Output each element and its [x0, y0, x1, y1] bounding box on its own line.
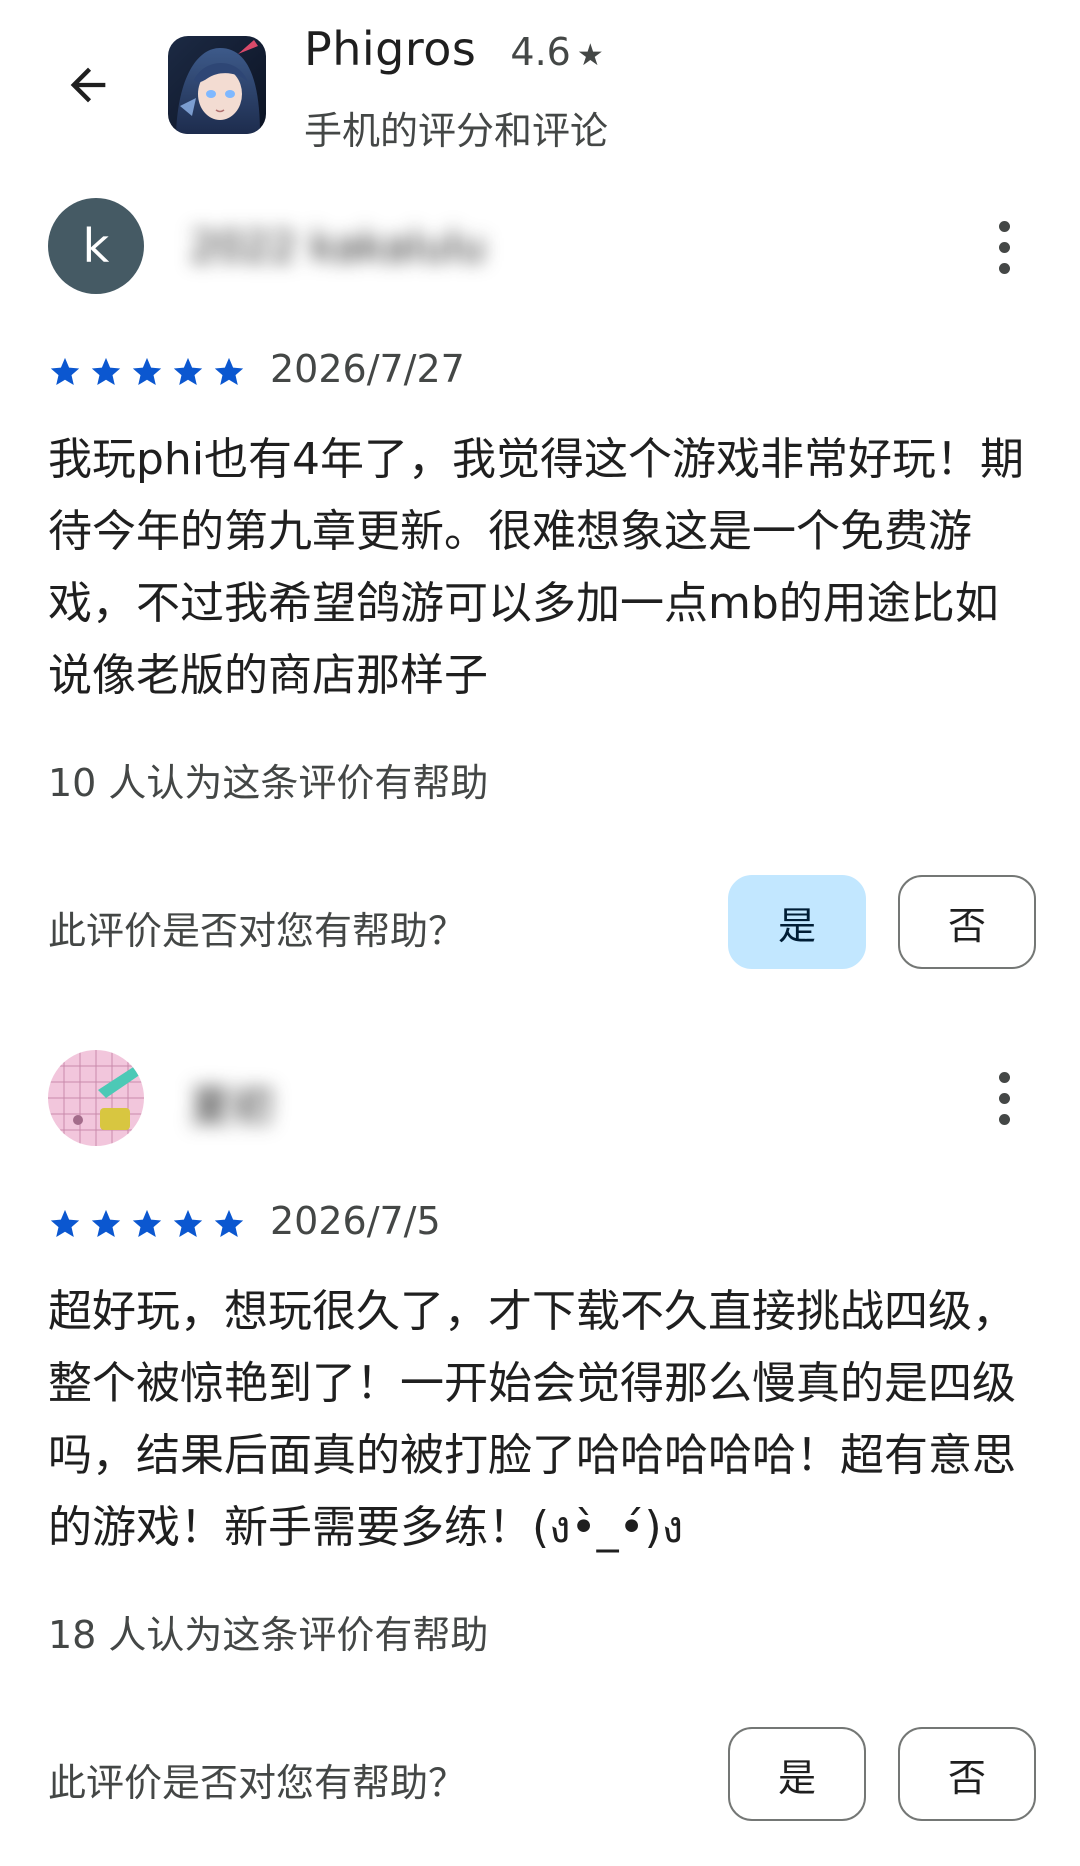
helpful-question: 此评价是否对您有帮助？: [48, 909, 467, 953]
avatar: [48, 1050, 144, 1146]
star-icon: [132, 357, 162, 386]
reviewer-name: 2022 kakalulu: [190, 222, 486, 271]
helpful-count: 10 人认为这条评价有帮助: [48, 761, 489, 805]
app-name: Phigros: [304, 22, 477, 76]
more-vert-icon: [998, 220, 1010, 232]
more-vert-icon: [998, 1071, 1010, 1083]
helpful-count: 18 人认为这条评价有帮助: [48, 1613, 489, 1657]
review-text: 超好玩，想玩很久了，才下载不久直接挑战四级，整个被惊艳到了！一开始会觉得那么慢真…: [48, 1286, 1016, 1553]
app-icon[interactable]: [168, 36, 266, 134]
app-rating: 4.6: [510, 30, 571, 74]
review-date: 2026/7/27: [270, 347, 465, 391]
helpful-yes-button[interactable]: 是: [728, 875, 866, 969]
app-header: Phigros 4.6 ★ 手机的评分和评论: [0, 0, 1080, 175]
more-options-button[interactable]: [972, 207, 1036, 287]
helpful-no-button[interactable]: 否: [898, 1727, 1036, 1821]
star-icon: [91, 1209, 121, 1238]
review-date: 2026/7/5: [270, 1199, 441, 1243]
star-icon: [173, 1209, 203, 1238]
helpful-yes-button[interactable]: 是: [728, 1727, 866, 1821]
avatar: k: [48, 198, 144, 294]
star-icon: [91, 357, 121, 386]
star-icon: [50, 1209, 80, 1238]
star-rating: [48, 355, 253, 389]
star-icon: [50, 357, 80, 386]
star-icon: [214, 357, 244, 386]
page-subtitle: 手机的评分和评论: [304, 109, 609, 153]
star-icon: [214, 1209, 244, 1238]
star-icon: [132, 1209, 162, 1238]
star-rating: [48, 1207, 253, 1241]
app-title-row: Phigros 4.6 ★: [304, 22, 604, 76]
helpful-question: 此评价是否对您有帮助？: [48, 1761, 467, 1805]
back-button[interactable]: [48, 45, 128, 125]
review-text: 我玩phi也有4年了，我觉得这个游戏非常好玩！期待今年的第九章更新。很难想象这是…: [48, 434, 1025, 701]
more-options-button[interactable]: [972, 1058, 1036, 1138]
star-icon: ★: [576, 38, 604, 73]
reviewer-name: 夏初: [190, 1082, 275, 1131]
arrow-back-icon: [70, 67, 106, 103]
helpful-no-button[interactable]: 否: [898, 875, 1036, 969]
star-icon: [173, 357, 203, 386]
